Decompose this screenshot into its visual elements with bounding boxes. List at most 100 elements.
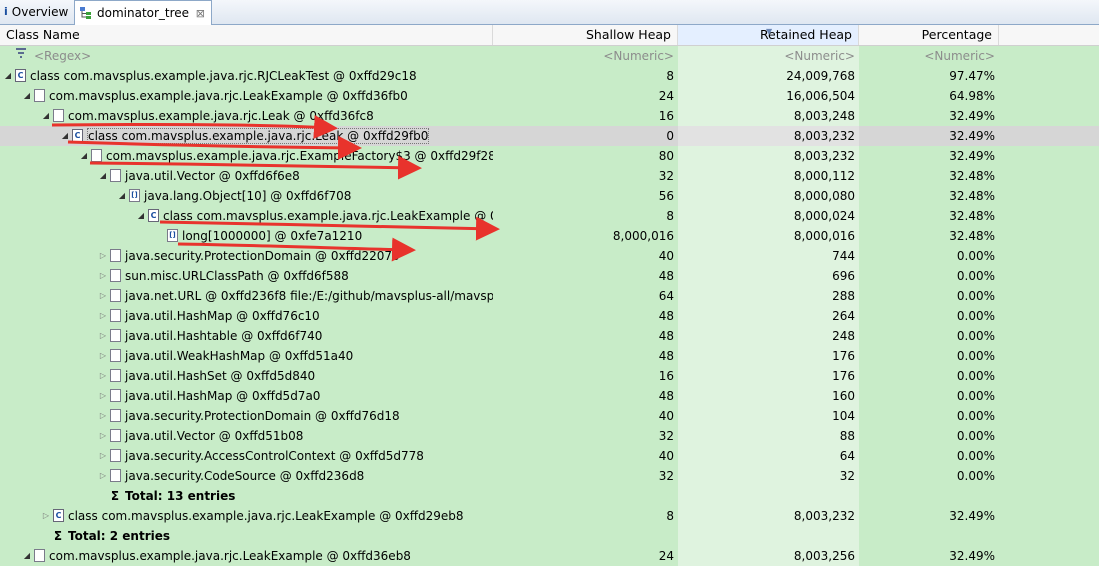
retained-heap-cell: 8,003,232: [678, 126, 859, 146]
expand-arrow-icon[interactable]: ▷: [41, 506, 51, 526]
retained-heap-cell: 248: [678, 326, 859, 346]
percentage-cell: 0.00%: [956, 349, 995, 363]
tab-dominator-tree[interactable]: dominator_tree ⊠: [74, 0, 212, 25]
object-label: class com.mavsplus.example.java.rjc.Leak…: [163, 209, 493, 223]
percentage-cell: 97.47%: [949, 69, 995, 83]
table-row[interactable]: ◢ Cclass com.mavsplus.example.java.rjc.RJ…: [0, 66, 1099, 86]
filter-percentage[interactable]: <Numeric>: [859, 46, 999, 66]
collapse-arrow-icon[interactable]: ◢: [60, 126, 70, 146]
percentage-cell: 0.00%: [956, 369, 995, 383]
table-row[interactable]: ▷ java.net.URL @ 0xffd236f8 file:/E:/gith…: [0, 286, 1099, 306]
table-row[interactable]: ▷ sun.misc.URLClassPath @ 0xffd6f588 48 696…: [0, 266, 1099, 286]
collapse-arrow-icon[interactable]: ◢: [98, 166, 108, 186]
class-name-cell: ▷ Cclass com.mavsplus.example.java.rjc.Le…: [0, 506, 493, 526]
collapse-arrow-icon[interactable]: ◢: [22, 546, 32, 566]
percentage-cell: 64.98%: [949, 89, 995, 103]
expand-arrow-icon[interactable]: ▷: [98, 366, 108, 386]
table-row[interactable]: ◢[] java.lang.Object[10] @ 0xffd6f708 56 8,…: [0, 186, 1099, 206]
close-icon[interactable]: ⊠: [196, 7, 205, 20]
percentage-cell: [859, 526, 999, 546]
object-label: java.net.URL @ 0xffd236f8 file:/E:/githu…: [125, 289, 493, 303]
table-row[interactable]: Σ Total: 2 entries: [0, 526, 1099, 546]
table-row[interactable]: ▷ java.util.HashMap @ 0xffd76c10 48 264 0.00…: [0, 306, 1099, 326]
table-row[interactable]: ▷ java.util.HashMap @ 0xffd5d7a0 48 160 0.00…: [0, 386, 1099, 406]
table-row[interactable]: ▷ java.util.Hashtable @ 0xffd6f740 48 248 0.…: [0, 326, 1099, 346]
collapse-arrow-icon[interactable]: ◢: [117, 186, 127, 206]
tab-overview[interactable]: i Overview: [0, 0, 73, 24]
class-name-cell: ▷ java.util.HashMap @ 0xffd5d7a0: [0, 386, 493, 406]
retained-heap-cell: 696: [678, 266, 859, 286]
table-row[interactable]: ▷ java.security.AccessControlContext @ 0x…: [0, 446, 1099, 466]
filter-class-name[interactable]: <Regex>: [0, 46, 493, 66]
collapse-arrow-icon[interactable]: ◢: [41, 106, 51, 126]
table-row[interactable]: [] long[1000000] @ 0xfe7a1210 8,000,016 8,0…: [0, 226, 1099, 246]
table-row[interactable]: Σ Total: 13 entries: [0, 486, 1099, 506]
table-row[interactable]: ◢ Cclass com.mavsplus.example.java.rjc.Le…: [0, 206, 1099, 226]
shallow-heap-cell: [493, 486, 678, 506]
expand-arrow-icon[interactable]: ▷: [98, 466, 108, 486]
shallow-heap-cell: 48: [658, 309, 674, 323]
column-header-percentage[interactable]: Percentage: [859, 25, 999, 45]
class-name-cell: ▷ java.util.WeakHashMap @ 0xffd51a40: [0, 346, 493, 366]
object-icon: [110, 249, 121, 262]
shallow-heap-cell: [493, 526, 678, 546]
object-label: class com.mavsplus.example.java.rjc.RJCL…: [30, 69, 417, 83]
collapse-arrow-icon[interactable]: ◢: [79, 146, 89, 166]
percentage-cell: 0.00%: [956, 269, 995, 283]
filter-row[interactable]: <Regex> <Numeric> <Numeric> <Numeric>: [0, 46, 1099, 66]
expand-arrow-icon[interactable]: ▷: [98, 386, 108, 406]
table-row[interactable]: ▷ java.util.Vector @ 0xffd51b08 32 88 0.00%: [0, 426, 1099, 446]
percentage-cell: 32.49%: [949, 509, 995, 523]
tab-dominator-tree-label: dominator_tree: [97, 6, 190, 20]
expand-arrow-icon[interactable]: ▷: [98, 426, 108, 446]
table-row[interactable]: ◢ java.util.Vector @ 0xffd6f6e8 32 8,000,11…: [0, 166, 1099, 186]
expand-arrow-icon[interactable]: ▷: [98, 266, 108, 286]
filter-icon: [14, 46, 30, 66]
expand-arrow-icon[interactable]: ▷: [98, 346, 108, 366]
collapse-arrow-icon[interactable]: ◢: [136, 206, 146, 226]
table-row[interactable]: ◢ com.mavsplus.example.java.rjc.LeakExamp…: [0, 86, 1099, 106]
table-row[interactable]: ◢ Cclass com.mavsplus.example.java.rjc.Le…: [0, 126, 1099, 146]
expand-arrow-icon[interactable]: ▷: [98, 326, 108, 346]
table-row[interactable]: ◢ com.mavsplus.example.java.rjc.Leak @ 0x…: [0, 106, 1099, 126]
table-row[interactable]: ▷ java.security.ProtectionDomain @ 0xffd2…: [0, 246, 1099, 266]
table-row[interactable]: ▷ java.security.ProtectionDomain @ 0xffd7…: [0, 406, 1099, 426]
object-label: class com.mavsplus.example.java.rjc.Leak…: [68, 509, 464, 523]
retained-heap-cell: 176: [678, 346, 859, 366]
table-row[interactable]: ▷ Cclass com.mavsplus.example.java.rjc.Le…: [0, 506, 1099, 526]
retained-heap-cell: 176: [678, 366, 859, 386]
retained-heap-cell: 8,000,112: [678, 166, 859, 186]
table-row[interactable]: ▷ java.security.CodeSource @ 0xffd236d8 32…: [0, 466, 1099, 486]
filter-shallow-heap[interactable]: <Numeric>: [493, 46, 678, 66]
shallow-heap-cell: 8: [666, 209, 674, 223]
collapse-arrow-icon[interactable]: ◢: [22, 86, 32, 106]
object-label: java.util.HashSet @ 0xffd5d840: [125, 369, 316, 383]
expand-arrow-icon[interactable]: ▷: [98, 306, 108, 326]
object-label: java.util.WeakHashMap @ 0xffd51a40: [125, 349, 354, 363]
table-row[interactable]: ▷ java.util.WeakHashMap @ 0xffd51a40 48 176…: [0, 346, 1099, 366]
class-icon: C: [148, 209, 159, 222]
object-icon: [110, 289, 121, 302]
expand-arrow-icon[interactable]: ▷: [98, 446, 108, 466]
percentage-cell: 32.49%: [949, 129, 995, 143]
collapse-arrow-icon[interactable]: ◢: [3, 66, 13, 86]
table-row[interactable]: ◢ com.mavsplus.example.java.rjc.ExampleFa…: [0, 146, 1099, 166]
class-name-cell: ◢ Cclass com.mavsplus.example.java.rjc.Le…: [0, 206, 493, 226]
object-label: java.util.Vector @ 0xffd6f6e8: [125, 169, 300, 183]
table-row[interactable]: ▷ java.util.HashSet @ 0xffd5d840 16 176 0.00…: [0, 366, 1099, 386]
expand-arrow-icon[interactable]: ▷: [98, 406, 108, 426]
percentage-cell: 32.48%: [949, 209, 995, 223]
column-header-shallow-heap[interactable]: Shallow Heap: [493, 25, 678, 45]
table-row[interactable]: ◢ com.mavsplus.example.java.rjc.LeakExamp…: [0, 546, 1099, 566]
retained-heap-cell: 64: [678, 446, 859, 466]
object-icon: [34, 89, 45, 102]
retained-heap-cell: [678, 526, 859, 546]
class-name-cell: ▷ sun.misc.URLClassPath @ 0xffd6f588: [0, 266, 493, 286]
column-header-retained-heap[interactable]: ▼ Retained Heap: [678, 25, 859, 45]
expand-arrow-icon[interactable]: ▷: [98, 246, 108, 266]
shallow-heap-cell: 40: [658, 409, 674, 423]
expand-arrow-icon[interactable]: ▷: [98, 286, 108, 306]
column-header-class-name[interactable]: Class Name: [0, 25, 493, 45]
retained-heap-cell: 8,000,024: [678, 206, 859, 226]
filter-retained-heap[interactable]: <Numeric>: [678, 46, 859, 66]
